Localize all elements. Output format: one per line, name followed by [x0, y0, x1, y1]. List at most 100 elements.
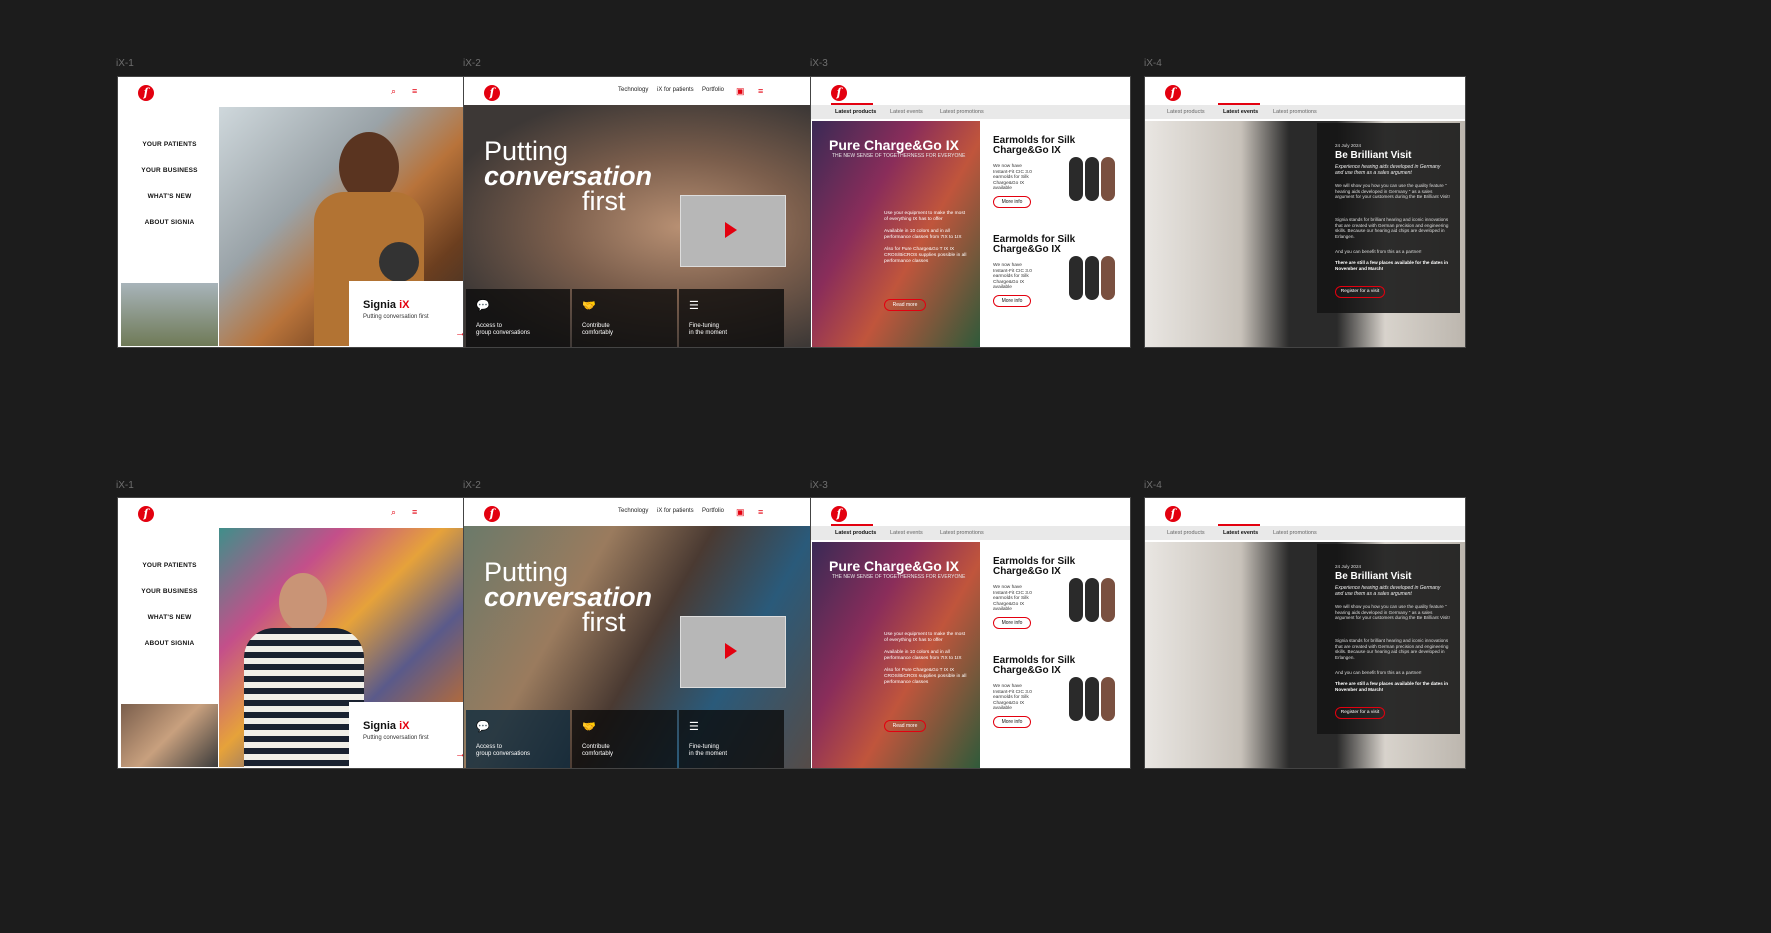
feature-fine-tuning[interactable]: ☰ Fine-tuning in the moment [679, 289, 784, 347]
top-bar: ſ Technology iX for patients Portfolio ▣… [464, 77, 826, 105]
more-info-button[interactable]: More info [993, 617, 1031, 629]
signia-logo-icon[interactable]: ſ [484, 506, 500, 522]
promo-title: Pure Charge&Go IX [829, 137, 959, 153]
play-icon[interactable] [725, 222, 737, 238]
tab-latest-events[interactable]: Latest events [1223, 530, 1258, 536]
event-subtitle: Experience hearing aids developed in Ger… [1335, 585, 1441, 597]
product-title: Earmolds for Silk Charge&Go IX [993, 556, 1076, 577]
tab-latest-products[interactable]: Latest products [1167, 109, 1205, 115]
search-icon[interactable]: ⌕ [391, 507, 396, 517]
feature-contribute[interactable]: 🤝 Contribute comfortably [572, 289, 677, 347]
signia-logo-icon[interactable]: ſ [484, 85, 500, 101]
menu-icon[interactable]: ≡ [758, 507, 763, 517]
feature-label: group conversations [476, 329, 531, 336]
video-thumbnail[interactable] [680, 195, 786, 267]
thumbnail-woman-outdoor[interactable] [121, 283, 218, 346]
basket-icon[interactable]: ▣ [736, 86, 745, 96]
tab-latest-products[interactable]: Latest products [835, 530, 876, 536]
menu-item-whats-new[interactable]: WHAT'S NEW [121, 614, 218, 621]
promo-title: Pure Charge&Go IX [829, 558, 959, 574]
search-icon[interactable]: ⌕ [391, 86, 396, 96]
read-more-button[interactable]: Read more [884, 299, 926, 311]
top-bar: ſ [1145, 77, 1465, 105]
earmold-image [1085, 157, 1099, 201]
menu-item-business[interactable]: YOUR BUSINESS [121, 167, 218, 174]
play-icon[interactable] [725, 643, 737, 659]
event-title: Be Brilliant Visit [1335, 150, 1412, 161]
earmold-image [1069, 256, 1083, 300]
handshake-icon: 🤝 [582, 300, 596, 312]
more-info-button[interactable]: More info [993, 295, 1031, 307]
menu-icon[interactable]: ≡ [412, 507, 417, 517]
tab-latest-promotions[interactable]: Latest promotions [1273, 109, 1317, 115]
chat-icon: 💬 [476, 721, 490, 733]
nav-technology[interactable]: Technology [618, 508, 648, 514]
tab-latest-products[interactable]: Latest products [1167, 530, 1205, 536]
basket-icon[interactable]: ▣ [736, 507, 745, 517]
feature-group-conversations[interactable]: 💬 Access to group conversations [466, 710, 570, 768]
nav-ix-patients[interactable]: iX for patients [657, 508, 694, 514]
menu-item-about[interactable]: ABOUT SIGNIA [121, 219, 218, 226]
product-card: Earmolds for Silk Charge&Go IX We now ha… [983, 542, 1130, 638]
menu-item-patients[interactable]: YOUR PATIENTS [121, 562, 218, 569]
event-date: 24 July 2024 [1335, 564, 1362, 569]
read-more-button[interactable]: Read more [884, 720, 926, 732]
hero-title-line2: conversation [484, 161, 653, 191]
frame-label-ix2: iX-2 [463, 480, 481, 491]
signia-logo-icon[interactable]: ſ [138, 506, 154, 522]
tab-bar: Latest products Latest events Latest pro… [811, 526, 1130, 540]
thumbnail-man-device[interactable] [121, 704, 218, 767]
earmold-image [1085, 256, 1099, 300]
nav-ix-patients[interactable]: iX for patients [657, 87, 694, 93]
product-card[interactable]: Signia iX Putting conversation first → [349, 281, 479, 346]
more-info-button[interactable]: More info [993, 196, 1031, 208]
promo-paragraph: Use your equipment to make the most of e… [884, 632, 966, 643]
promo-paragraph: Also for Pure Charge&Go T IX IX CROS/BiC… [884, 247, 967, 264]
tab-latest-events[interactable]: Latest events [1223, 109, 1258, 115]
top-bar: ſ [1145, 498, 1465, 526]
feature-contribute[interactable]: 🤝 Contribute comfortably [572, 710, 677, 768]
tab-latest-products[interactable]: Latest products [835, 109, 876, 115]
hero-title: Putting conversation first [484, 559, 652, 636]
nav-technology[interactable]: Technology [618, 87, 648, 93]
signia-logo-icon[interactable]: ſ [831, 506, 847, 522]
tab-latest-promotions[interactable]: Latest promotions [1273, 530, 1317, 536]
tab-latest-promotions[interactable]: Latest promotions [940, 109, 984, 115]
tab-latest-events[interactable]: Latest events [890, 109, 923, 115]
signia-logo-icon[interactable]: ſ [831, 85, 847, 101]
video-thumbnail[interactable] [680, 616, 786, 688]
product-title: Earmolds for Silk Charge&Go IX [993, 135, 1076, 156]
nav-portfolio[interactable]: Portfolio [702, 508, 724, 514]
signia-logo-icon[interactable]: ſ [1165, 85, 1181, 101]
tab-latest-promotions[interactable]: Latest promotions [940, 530, 984, 536]
register-button[interactable]: Register for a visit [1335, 707, 1385, 719]
register-button[interactable]: Register for a visit [1335, 286, 1385, 298]
menu-item-about[interactable]: ABOUT SIGNIA [121, 640, 218, 647]
signia-logo-icon[interactable]: ſ [1165, 506, 1181, 522]
card-subtitle: Putting conversation first [363, 735, 429, 741]
menu-item-business[interactable]: YOUR BUSINESS [121, 588, 218, 595]
product-card[interactable]: Signia iX Putting conversation first → [349, 702, 479, 767]
card-model: iX [399, 299, 410, 311]
product-card: Earmolds for Silk Charge&Go IX We now ha… [983, 220, 1130, 316]
event-paragraph: There are still a few places available f… [1335, 681, 1449, 692]
promo-body: Use your equipment to make the most of e… [884, 632, 968, 686]
earmold-image [1085, 677, 1099, 721]
sliders-icon: ☰ [689, 721, 699, 733]
frame-label-ix4: iX-4 [1144, 480, 1162, 491]
menu-icon[interactable]: ≡ [412, 86, 417, 96]
menu-icon[interactable]: ≡ [758, 86, 763, 96]
hero-title-line3: first [582, 186, 626, 216]
nav-portfolio[interactable]: Portfolio [702, 87, 724, 93]
event-paragraph: We will show you how you can use the qua… [1335, 183, 1450, 200]
menu-item-patients[interactable]: YOUR PATIENTS [121, 141, 218, 148]
feature-group-conversations[interactable]: 💬 Access to group conversations [466, 289, 570, 347]
promo-paragraph: Available in 10 colors and in all perfor… [884, 229, 962, 240]
frame-ix1-a: ſ ⌕ ≡ YOUR PATIENTS YOUR BUSINESS WHAT'S… [117, 76, 481, 348]
more-info-button[interactable]: More info [993, 716, 1031, 728]
feature-fine-tuning[interactable]: ☰ Fine-tuning in the moment [679, 710, 784, 768]
product-description: We now have Instant-Fit CIC 3.0 earmolds… [993, 164, 1032, 192]
signia-logo-icon[interactable]: ſ [138, 85, 154, 101]
menu-item-whats-new[interactable]: WHAT'S NEW [121, 193, 218, 200]
tab-latest-events[interactable]: Latest events [890, 530, 923, 536]
